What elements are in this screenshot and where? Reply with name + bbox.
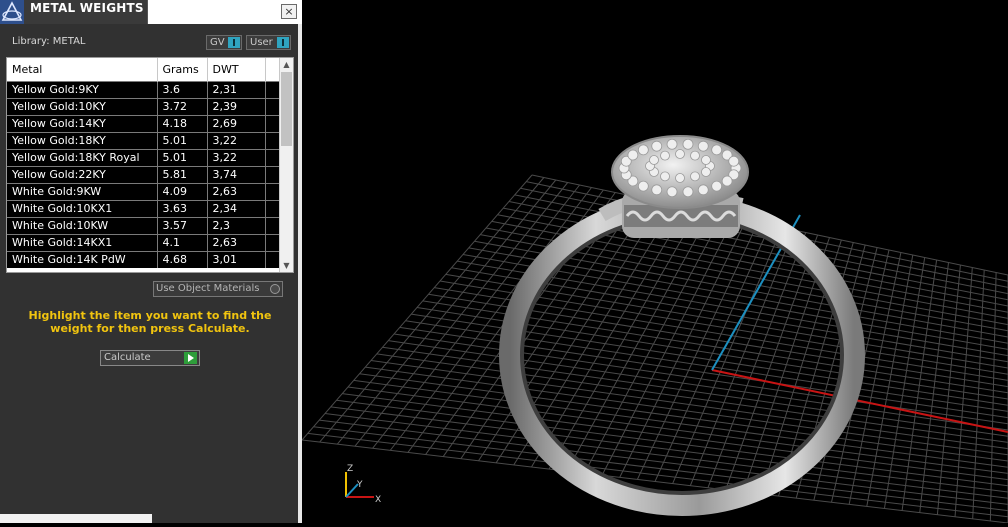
bottom-toolbar-strip xyxy=(0,514,152,523)
title-tab: METAL WEIGHTS xyxy=(24,0,148,24)
table-row[interactable]: Yellow Gold:9KY3.62,31 xyxy=(7,81,281,98)
close-icon: × xyxy=(284,5,293,18)
table-row[interactable]: Yellow Gold:18KY5.013,22 xyxy=(7,132,281,149)
column-header-metal[interactable]: Metal xyxy=(7,58,157,81)
metal-weights-panel: METAL WEIGHTS × Library: METAL GV User M… xyxy=(0,0,302,523)
column-header-grams[interactable]: Grams xyxy=(157,58,207,81)
cell-dwt[interactable]: 2,39 xyxy=(207,98,265,115)
gv-toggle-label: GV xyxy=(210,37,225,48)
calculate-label: Calculate xyxy=(104,352,151,363)
column-header-dwt[interactable]: DWT xyxy=(207,58,265,81)
axis-triad: Z Y X xyxy=(346,464,381,505)
table-body: Yellow Gold:9KY3.62,31Yellow Gold:10KY3.… xyxy=(7,81,281,268)
radio-icon[interactable] xyxy=(270,284,280,294)
cell-dwt[interactable]: 2,31 xyxy=(207,81,265,98)
play-arrow-icon xyxy=(184,352,197,364)
y-axis-label: Y xyxy=(356,480,363,490)
cell-metal[interactable]: White Gold:14KX1 xyxy=(7,234,157,251)
table-row[interactable]: White Gold:14KX14.12,63 xyxy=(7,234,281,251)
table-row[interactable]: Yellow Gold:18KY Royal5.013,22 xyxy=(7,149,281,166)
cell-grams[interactable]: 4.18 xyxy=(157,115,207,132)
cell-grams[interactable]: 5.81 xyxy=(157,166,207,183)
cell-dwt[interactable]: 3,01 xyxy=(207,251,265,268)
cell-metal[interactable]: White Gold:14K PdW xyxy=(7,251,157,268)
cell-metal[interactable]: Yellow Gold:18KY xyxy=(7,132,157,149)
cell-metal[interactable]: Yellow Gold:10KY xyxy=(7,98,157,115)
z-axis-label: Z xyxy=(347,464,353,474)
table-row[interactable]: Yellow Gold:22KY5.813,74 xyxy=(7,166,281,183)
viewport-canvas[interactable]: Z Y X xyxy=(302,0,1008,523)
cell-dwt[interactable]: 2,34 xyxy=(207,200,265,217)
cell-dwt[interactable]: 3,22 xyxy=(207,149,265,166)
cell-metal[interactable]: White Gold:9KW xyxy=(7,183,157,200)
toggle-switch-icon xyxy=(277,37,289,48)
scroll-up-arrow-icon[interactable]: ▲ xyxy=(280,58,293,71)
panel-titlebar: METAL WEIGHTS × xyxy=(0,0,302,24)
cell-grams[interactable]: 3.63 xyxy=(157,200,207,217)
app-logo-icon xyxy=(0,0,24,24)
cell-grams[interactable]: 5.01 xyxy=(157,132,207,149)
table-row[interactable]: White Gold:10KX13.632,34 xyxy=(7,200,281,217)
cell-grams[interactable]: 3.57 xyxy=(157,217,207,234)
close-button[interactable]: × xyxy=(281,4,297,19)
cell-dwt[interactable]: 3,22 xyxy=(207,132,265,149)
table-row[interactable]: White Gold:10KW3.572,3 xyxy=(7,217,281,234)
cell-grams[interactable]: 4.68 xyxy=(157,251,207,268)
cell-metal[interactable]: Yellow Gold:22KY xyxy=(7,166,157,183)
library-label: Library: METAL xyxy=(12,36,85,47)
toggle-switch-icon xyxy=(228,37,240,48)
scroll-down-arrow-icon[interactable]: ▼ xyxy=(280,259,293,272)
metal-table: Metal Grams DWT Yellow Gold:9KY3.62,31Ye… xyxy=(6,57,294,273)
cell-grams[interactable]: 4.1 xyxy=(157,234,207,251)
cell-grams[interactable]: 5.01 xyxy=(157,149,207,166)
use-object-materials-label: Use Object Materials xyxy=(156,283,259,294)
cell-dwt[interactable]: 2,63 xyxy=(207,183,265,200)
cell-metal[interactable]: Yellow Gold:9KY xyxy=(7,81,157,98)
cell-grams[interactable]: 3.72 xyxy=(157,98,207,115)
cell-metal[interactable]: White Gold:10KW xyxy=(7,217,157,234)
cell-metal[interactable]: White Gold:10KX1 xyxy=(7,200,157,217)
table-row[interactable]: Yellow Gold:14KY4.182,69 xyxy=(7,115,281,132)
calculate-button[interactable]: Calculate xyxy=(100,350,200,366)
cell-metal[interactable]: Yellow Gold:18KY Royal xyxy=(7,149,157,166)
panel-title: METAL WEIGHTS xyxy=(30,1,144,15)
table-scrollbar[interactable]: ▲ ▼ xyxy=(279,58,293,272)
3d-viewport[interactable]: Z Y X xyxy=(302,0,1008,523)
table-header-row: Metal Grams DWT xyxy=(7,58,281,81)
table-row[interactable]: Yellow Gold:10KY3.722,39 xyxy=(7,98,281,115)
cell-dwt[interactable]: 2,3 xyxy=(207,217,265,234)
cell-grams[interactable]: 4.09 xyxy=(157,183,207,200)
cell-dwt[interactable]: 3,74 xyxy=(207,166,265,183)
x-axis-label: X xyxy=(375,495,381,505)
instruction-text: Highlight the item you want to find the … xyxy=(10,309,290,335)
cell-metal[interactable]: Yellow Gold:14KY xyxy=(7,115,157,132)
gv-toggle[interactable]: GV xyxy=(206,35,242,50)
user-toggle-label: User xyxy=(250,37,273,48)
cell-grams[interactable]: 3.6 xyxy=(157,81,207,98)
cell-dwt[interactable]: 2,69 xyxy=(207,115,265,132)
table-row[interactable]: White Gold:14K PdW4.683,01 xyxy=(7,251,281,268)
user-toggle[interactable]: User xyxy=(246,35,291,50)
use-object-materials-option[interactable]: Use Object Materials xyxy=(153,281,283,297)
cell-dwt[interactable]: 2,63 xyxy=(207,234,265,251)
metal-table-grid: Metal Grams DWT Yellow Gold:9KY3.62,31Ye… xyxy=(7,58,282,268)
scroll-thumb[interactable] xyxy=(281,72,292,146)
table-row[interactable]: White Gold:9KW4.092,63 xyxy=(7,183,281,200)
